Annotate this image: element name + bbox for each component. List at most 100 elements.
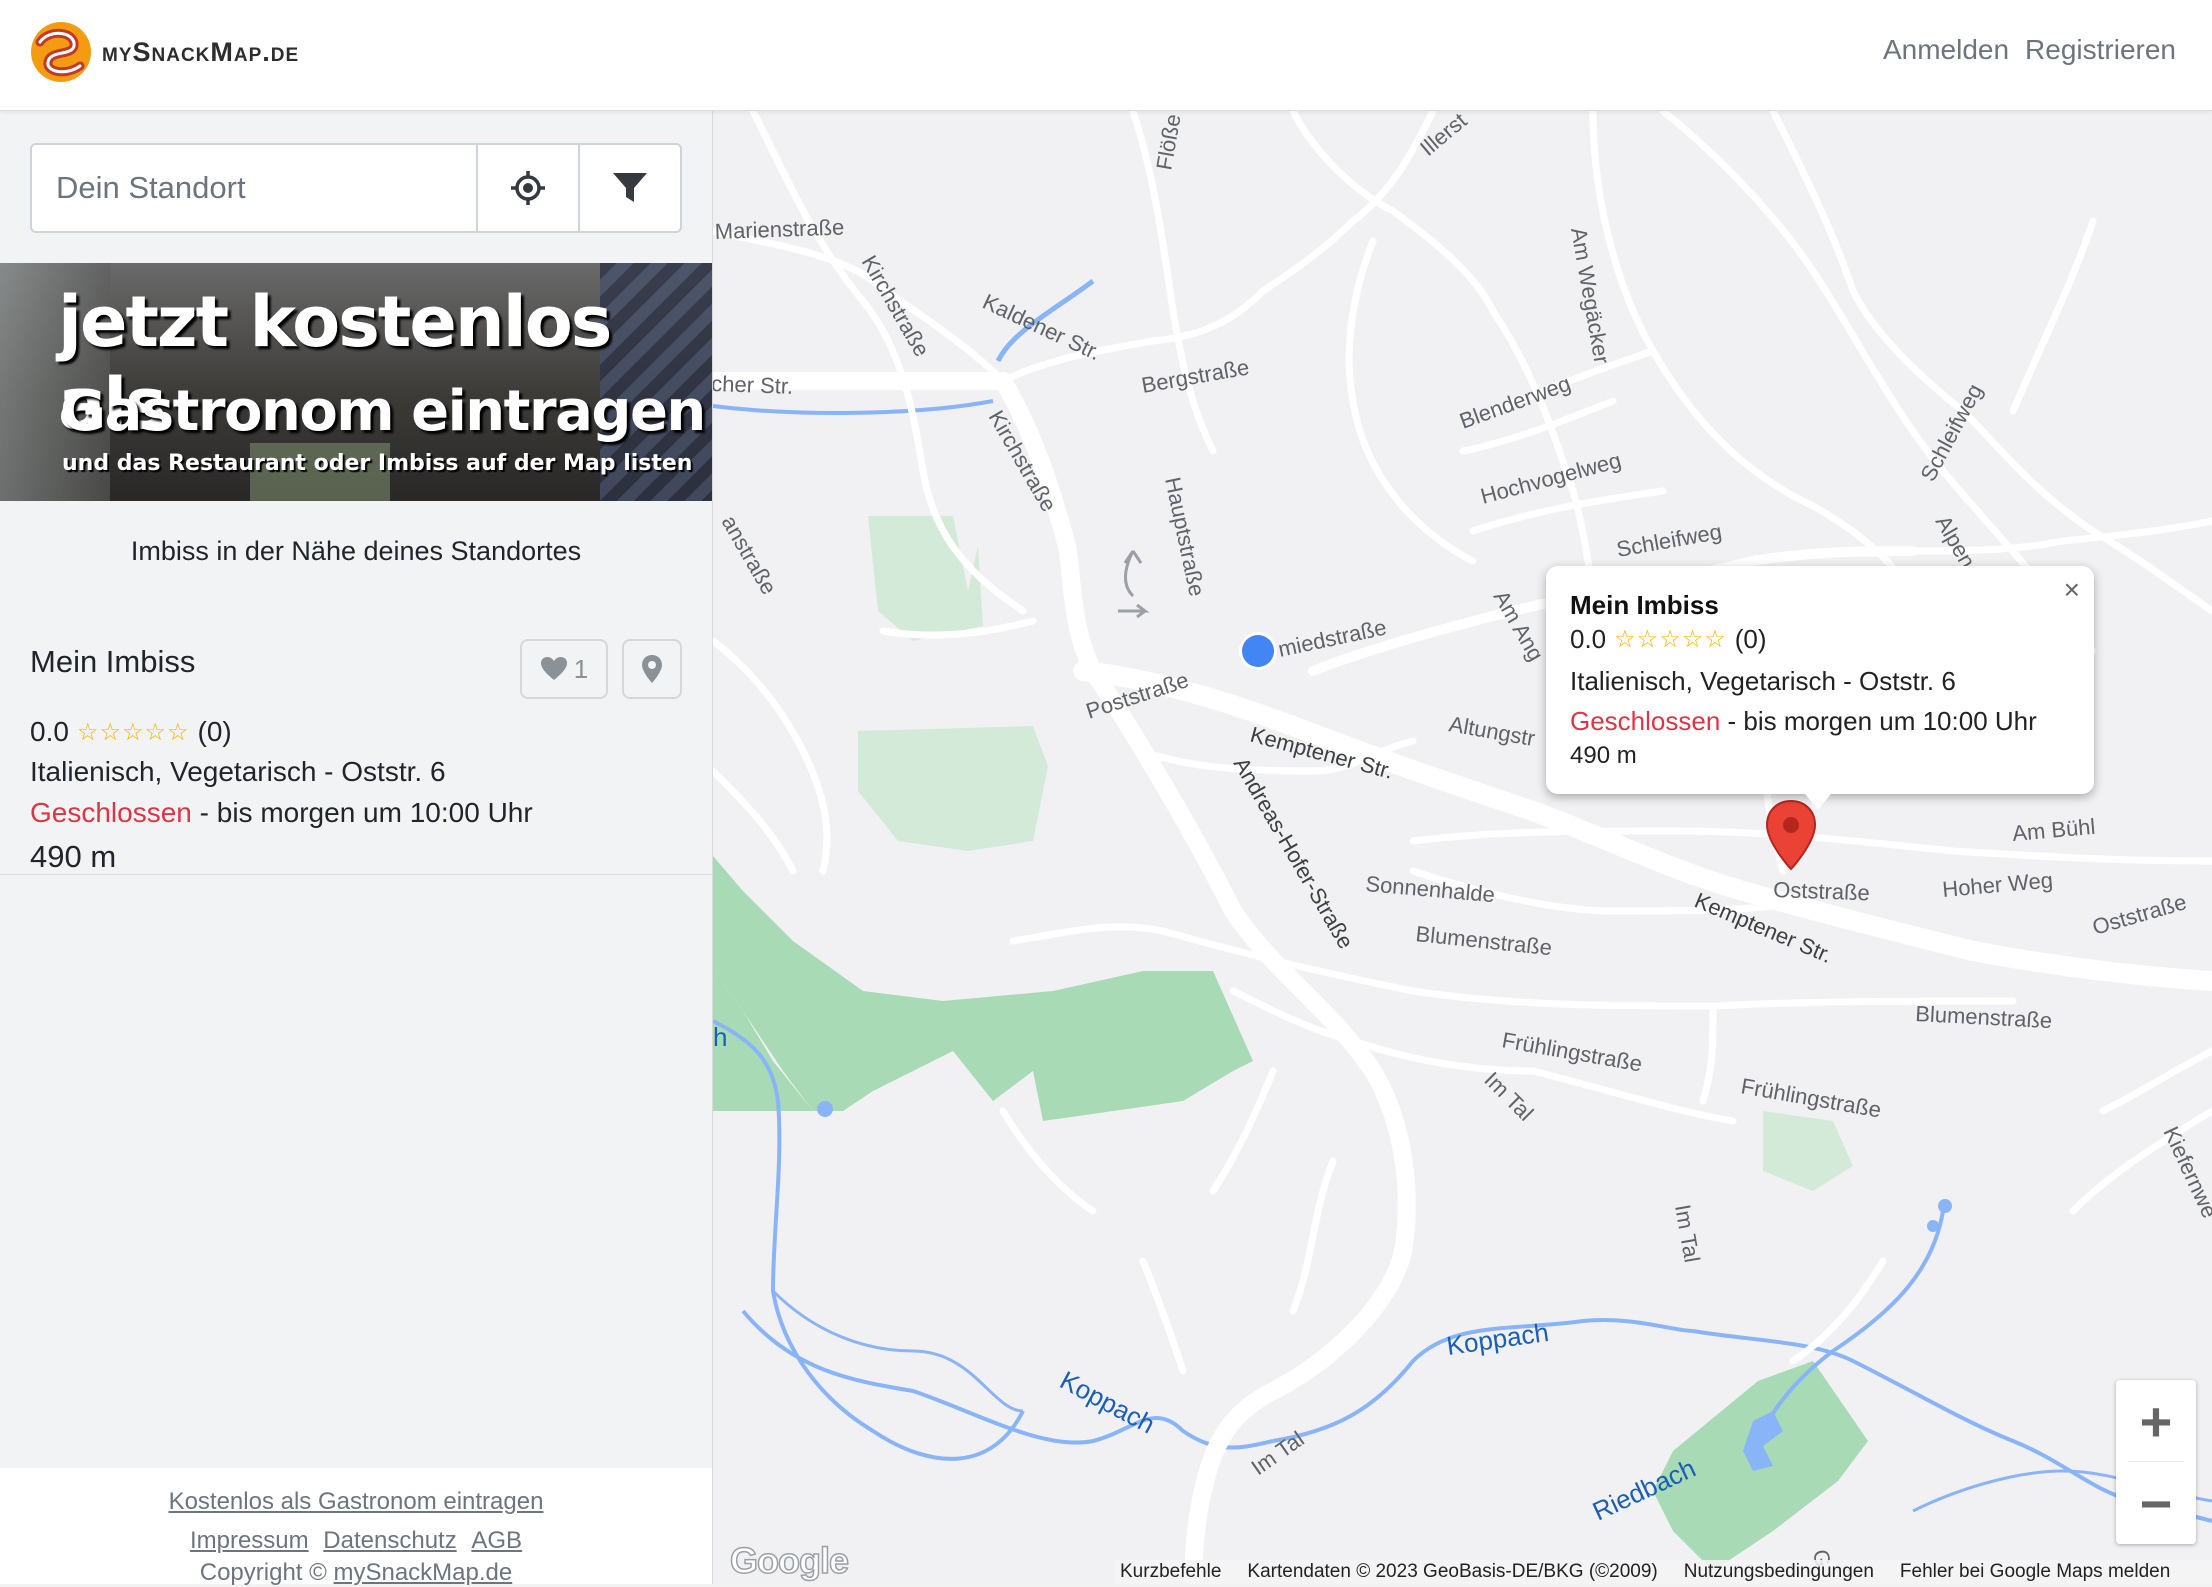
- login-link[interactable]: Anmelden: [1883, 34, 2009, 66]
- sidebar-footer: Kostenlos als Gastronom eintragen Impres…: [0, 1468, 712, 1586]
- snack-marker[interactable]: [1765, 799, 1817, 871]
- popup-rating-value: 0.0: [1570, 624, 1607, 654]
- popup-name: Mein Imbiss: [1570, 590, 1719, 620]
- copyright-link[interactable]: mySnackMap.de: [333, 1559, 512, 1586]
- favorite-count: 1: [573, 653, 589, 684]
- google-logo[interactable]: Google: [729, 1539, 850, 1582]
- result-cuisine-address: Italienisch, Vegetarisch - Oststr. 6: [30, 756, 446, 787]
- sidebar: jetzt kostenlos als Gastronom eintragen …: [0, 111, 713, 1586]
- location-input[interactable]: [32, 145, 476, 231]
- map-canvas[interactable]: Marienstraße Kirchstraße Kaldener Str. F…: [713, 111, 2212, 1584]
- logo-text: mySnackMap.de: [102, 36, 300, 67]
- park-area: [858, 726, 1048, 851]
- street-label: Kiefernwe: [2158, 1123, 2212, 1222]
- result-name[interactable]: Mein Imbiss: [30, 644, 195, 680]
- street-label: Am Wegäcker: [1566, 226, 1615, 366]
- street-label: Am Ang: [1489, 586, 1549, 665]
- result-opening-status: Geschlossen - bis morgen um 10:00 Uhr: [30, 797, 533, 829]
- result-distance: 490 m: [30, 839, 117, 874]
- register-gastronom-link[interactable]: Kostenlos als Gastronom eintragen: [169, 1488, 544, 1515]
- terms-link[interactable]: Nutzungsbedingungen: [1684, 1561, 1874, 1583]
- review-count: (0): [197, 716, 232, 747]
- street-label: Hoher Weg: [1941, 867, 2054, 902]
- opening-info: - bis morgen um 10:00 Uhr: [1720, 706, 2037, 736]
- popup-distance: 490 m: [1570, 742, 1637, 769]
- street-label: Am Bühl: [2011, 814, 2096, 846]
- closed-label: Geschlossen: [30, 797, 192, 828]
- result-rating: 0.0 ☆☆☆☆☆ (0): [30, 716, 232, 748]
- street-label: Blumenstraße: [1414, 921, 1553, 960]
- zoom-out-button[interactable]: −: [2116, 1462, 2196, 1544]
- street-label: Blumenstraße: [1915, 1001, 2053, 1033]
- heart-icon: [540, 657, 567, 680]
- locate-me-button[interactable]: [476, 145, 578, 231]
- map-data-credit: Kartendaten © 2023 GeoBasis-DE/BKG (©200…: [1247, 1561, 1658, 1582]
- street-label: Sonnenhalde: [1365, 871, 1496, 907]
- filter-icon: [613, 173, 647, 202]
- street-label: Illerst: [1415, 111, 1471, 161]
- register-link[interactable]: Registrieren: [2025, 34, 2176, 66]
- street-label: Altungstr: [1447, 711, 1537, 751]
- street-label: cher Str.: [713, 371, 794, 399]
- street-label: Koppach: [1055, 1365, 1160, 1440]
- park-area: [868, 516, 983, 641]
- street-label: Koppach: [1445, 1317, 1551, 1361]
- info-window: × Mein Imbiss 0.0 ☆☆☆☆☆ (0) Italienisch,…: [1546, 566, 2094, 794]
- agb-link[interactable]: AGB: [471, 1527, 522, 1554]
- pond: [1938, 1199, 1952, 1213]
- banner-headline-2: Gastronom eintragen: [60, 379, 706, 444]
- gastronom-banner[interactable]: jetzt kostenlos als Gastronom eintragen …: [0, 263, 712, 501]
- one-way-arrow: [1123, 550, 1143, 598]
- crosshair-icon: [511, 171, 545, 205]
- report-error-link[interactable]: Fehler bei Google Maps melden: [1900, 1561, 2170, 1583]
- popup-rating: 0.0 ☆☆☆☆☆ (0): [1570, 624, 1767, 655]
- map-pin-icon: [642, 655, 662, 683]
- datenschutz-link[interactable]: Datenschutz: [323, 1527, 456, 1554]
- star-rating-icon: ☆☆☆☆☆: [76, 718, 190, 746]
- street-label: Schleifweg: [1915, 380, 1987, 486]
- street-label: anstraße: [717, 511, 782, 599]
- map-layer[interactable]: Marienstraße Kirchstraße Kaldener Str. F…: [713, 111, 2212, 1584]
- street-label: Im Tal: [1479, 1067, 1538, 1126]
- river-line: [771, 1289, 1024, 1413]
- river-line: [713, 399, 994, 415]
- pond: [817, 1101, 833, 1117]
- opening-info: - bis morgen um 10:00 Uhr: [191, 797, 533, 828]
- current-location-dot: [1242, 635, 1274, 667]
- street-label: Marienstraße: [714, 214, 844, 244]
- pond: [1927, 1220, 1939, 1232]
- map-attribution: Kurzbefehle Kartendaten © 2023 GeoBasis-…: [1114, 1560, 2212, 1584]
- street-label: Im Tal: [1670, 1203, 1705, 1265]
- star-rating-icon: ☆☆☆☆☆: [1614, 626, 1727, 653]
- park-area: [1763, 1111, 1853, 1191]
- rating-value: 0.0: [30, 716, 69, 747]
- logo-icon: [31, 22, 91, 82]
- zoom-in-button[interactable]: +: [2116, 1380, 2196, 1462]
- auth-nav: Anmelden Registrieren: [1883, 34, 2176, 66]
- street-label: Oststraße: [2089, 889, 2189, 940]
- street-label: Oststraße: [1773, 877, 1870, 905]
- popup-cuisine-address: Italienisch, Vegetarisch - Oststr. 6: [1570, 666, 1956, 696]
- street-label: Flöße: [1151, 112, 1185, 172]
- zoom-controls: + −: [2116, 1380, 2196, 1544]
- info-window-tail: [1802, 790, 1834, 810]
- street-label: h: [713, 1022, 727, 1052]
- location-search: [30, 143, 682, 233]
- close-icon[interactable]: ×: [2064, 574, 2080, 606]
- closed-label: Geschlossen: [1570, 706, 1721, 736]
- shortcuts-link[interactable]: Kurzbefehle: [1120, 1561, 1221, 1583]
- street-label: Kaldener Str.: [979, 289, 1105, 365]
- river-line: [741, 1309, 1274, 1450]
- favorite-button[interactable]: 1: [520, 639, 608, 699]
- impressum-link[interactable]: Impressum: [190, 1527, 309, 1554]
- nearby-title: Imbiss in der Nähe deines Standortes: [130, 536, 582, 566]
- banner-subline: und das Restaurant oder Imbiss auf der M…: [62, 451, 693, 476]
- copyright-text: Copyright ©: [199, 1559, 334, 1586]
- filter-button[interactable]: [578, 145, 680, 231]
- brand-logo[interactable]: mySnackMap.de: [30, 20, 299, 84]
- street-label: Im Tal: [1247, 1426, 1309, 1480]
- show-on-map-button[interactable]: [622, 639, 682, 699]
- street-label: Alpen: [1931, 511, 1981, 572]
- result-item[interactable]: Mein Imbiss 1 0.0 ☆☆☆☆☆ (0) Italienisch,…: [0, 616, 712, 875]
- popup-opening-status: Geschlossen - bis morgen um 10:00 Uhr: [1570, 706, 2037, 737]
